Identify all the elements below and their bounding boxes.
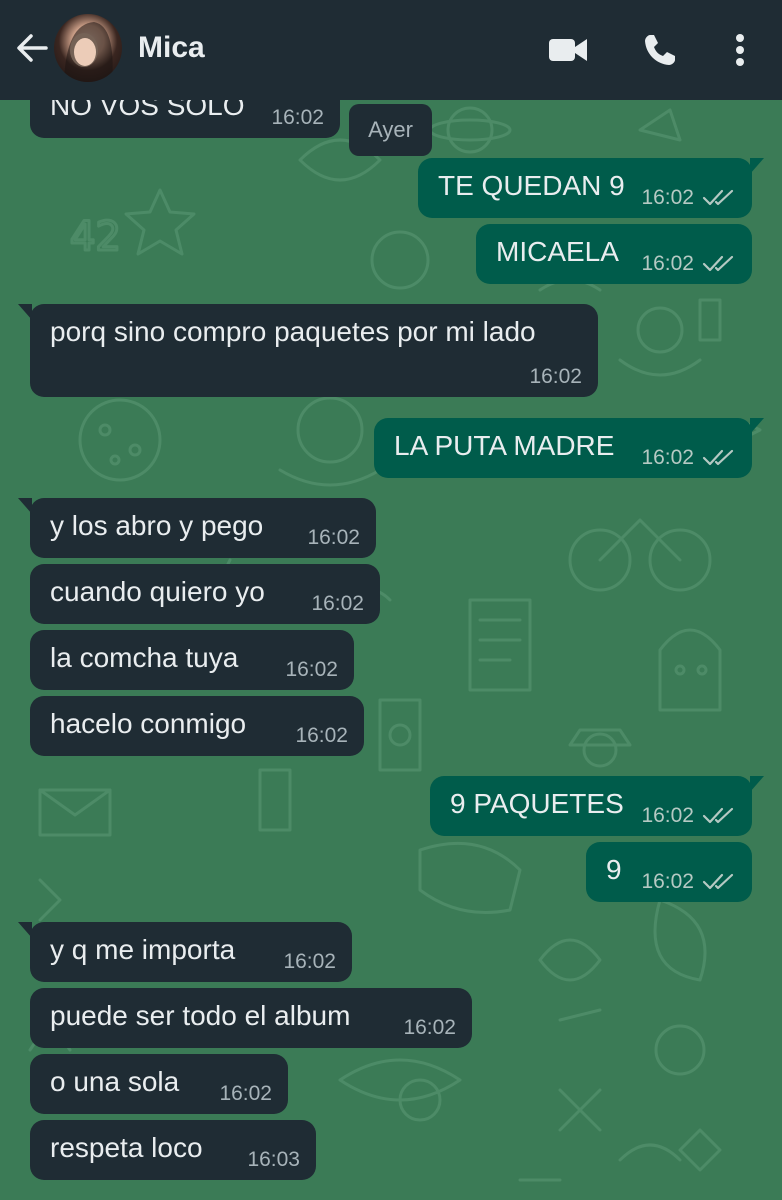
double-check-icon <box>702 807 734 824</box>
double-check-icon <box>702 449 734 466</box>
message-time: 16:02 <box>641 252 694 275</box>
message-time: 16:02 <box>283 950 336 973</box>
message-text: y los abro y pego <box>50 510 264 541</box>
message-time: 16:02 <box>641 870 694 893</box>
more-options-icon <box>736 34 744 66</box>
message-text: TE QUEDAN 9 <box>438 170 625 201</box>
message-outgoing[interactable]: 9 16:02 <box>586 842 752 902</box>
message-incoming[interactable]: y los abro y pego 16:02 <box>18 498 376 558</box>
message-time: 16:02 <box>641 804 694 827</box>
message-time: 16:02 <box>403 1016 456 1039</box>
double-check-icon <box>702 255 734 272</box>
message-outgoing[interactable]: TE QUEDAN 9 16:02 <box>418 158 764 218</box>
svg-text:42: 42 <box>70 214 121 260</box>
message-time: 16:02 <box>529 365 582 388</box>
back-button[interactable] <box>12 28 52 68</box>
message-text: LA PUTA MADRE <box>394 430 615 461</box>
bubble-tail <box>18 498 32 514</box>
message-text: hacelo conmigo <box>50 708 247 739</box>
double-check-icon <box>702 189 734 206</box>
message-time: 16:03 <box>247 1148 300 1171</box>
message-time: 16:02 <box>307 526 360 549</box>
message-text: 9 <box>606 854 622 885</box>
video-call-icon <box>549 39 587 61</box>
double-check-icon <box>702 873 734 890</box>
bubble-tail <box>18 922 32 938</box>
contact-name[interactable]: Mica <box>138 28 205 68</box>
message-text: porq sino compro paquetes por mi lado <box>50 316 536 347</box>
message-incoming[interactable]: o una sola 16:02 <box>30 1054 288 1114</box>
message-time: 16:02 <box>295 724 348 747</box>
message-time: 16:02 <box>219 1082 272 1105</box>
voice-call-icon <box>645 35 675 65</box>
message-outgoing[interactable]: MICAELA 16:02 <box>476 224 752 284</box>
message-incoming[interactable]: cuando quiero yo 16:02 <box>30 564 380 624</box>
message-incoming[interactable]: puede ser todo el album 16:02 <box>30 988 472 1048</box>
bubble-tail <box>750 418 764 434</box>
message-incoming[interactable]: la comcha tuya 16:02 <box>30 630 354 690</box>
chat-header: Mica <box>0 0 782 100</box>
message-text: cuando quiero yo <box>50 576 265 607</box>
video-call-button[interactable] <box>546 28 590 72</box>
message-incoming[interactable]: respeta loco 16:03 <box>30 1120 316 1180</box>
message-text: y q me importa <box>50 934 236 965</box>
date-separator: Ayer <box>349 104 432 156</box>
bubble-tail <box>750 776 764 792</box>
voice-call-button[interactable] <box>638 28 682 72</box>
more-options-button[interactable] <box>718 28 762 72</box>
bubble-tail <box>18 304 32 320</box>
bubble-tail <box>750 158 764 174</box>
message-time: 16:02 <box>285 658 338 681</box>
message-text: respeta loco <box>50 1132 203 1163</box>
message-time: 16:02 <box>271 106 324 129</box>
message-text: MICAELA <box>496 236 619 267</box>
back-arrow-icon <box>17 34 48 62</box>
message-time: 16:02 <box>311 592 364 615</box>
message-time: 16:02 <box>641 446 694 469</box>
message-outgoing[interactable]: LA PUTA MADRE 16:02 <box>374 418 764 478</box>
message-text: puede ser todo el album <box>50 1000 351 1031</box>
message-incoming[interactable]: hacelo conmigo 16:02 <box>30 696 364 756</box>
message-text: 9 PAQUETES <box>450 788 624 819</box>
message-incoming[interactable]: y q me importa 16:02 <box>18 922 352 982</box>
avatar-image <box>64 22 113 82</box>
message-outgoing[interactable]: 9 PAQUETES 16:02 <box>430 776 764 836</box>
message-time: 16:02 <box>641 186 694 209</box>
message-incoming[interactable]: porq sino compro paquetes por mi lado 16… <box>18 304 598 397</box>
message-text: o una sola <box>50 1066 180 1097</box>
message-text: la comcha tuya <box>50 642 239 673</box>
contact-avatar[interactable] <box>54 14 122 82</box>
